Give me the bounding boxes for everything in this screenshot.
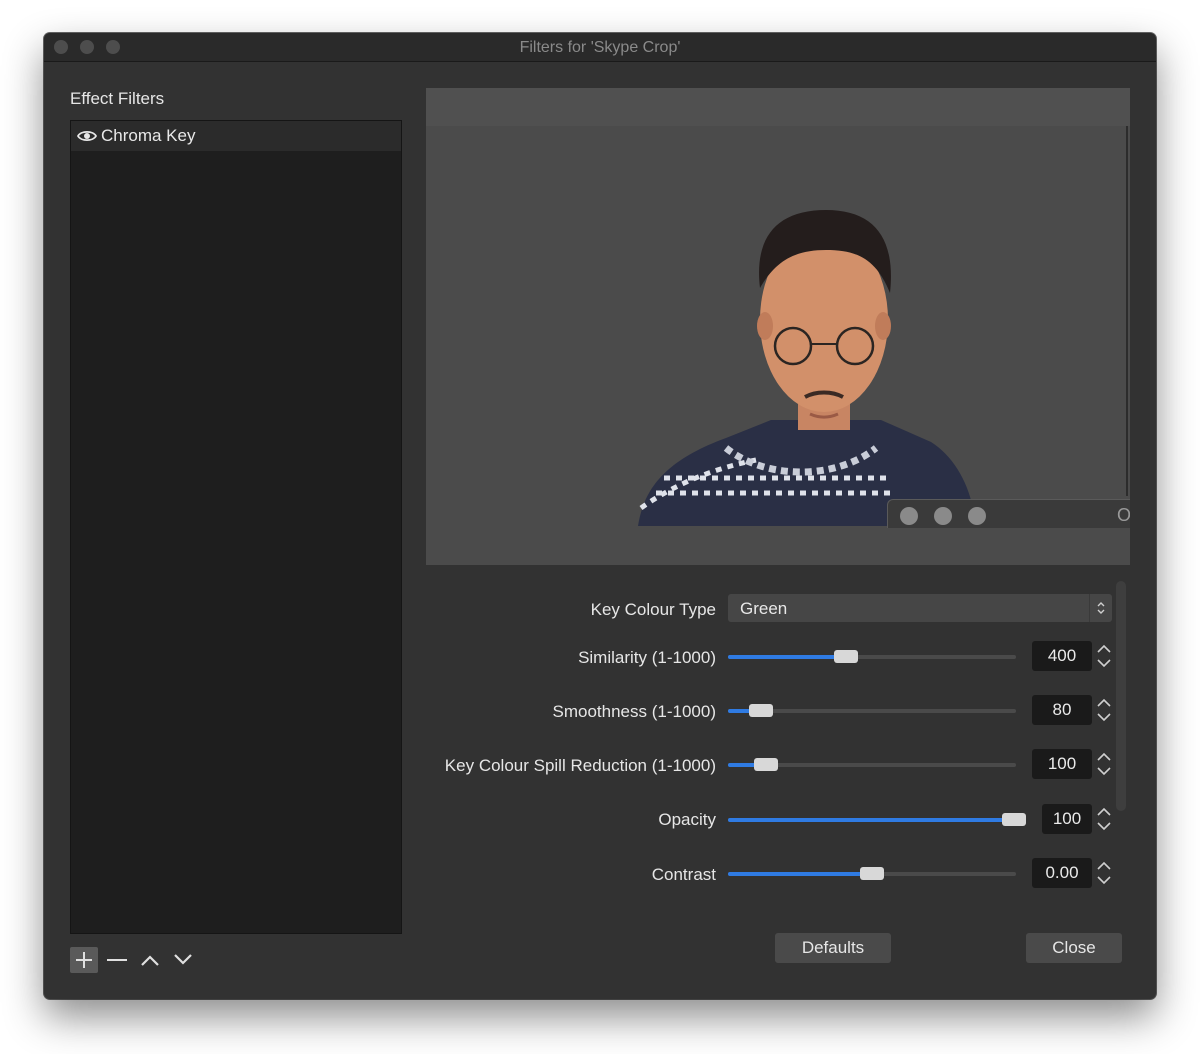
chevron-up-icon [141, 955, 159, 966]
minus-icon [107, 959, 127, 961]
spill-reduction-input[interactable]: 100 [1032, 749, 1092, 779]
filters-window: Filters for 'Skype Crop' Effect Filters … [44, 33, 1156, 999]
add-filter-button[interactable] [70, 947, 98, 973]
overlay-dot-icon [900, 507, 918, 525]
smoothness-stepper-icon[interactable] [1095, 696, 1113, 724]
overlay-window-titlebar: O [887, 499, 1130, 528]
contrast-stepper-icon[interactable] [1095, 859, 1113, 887]
slider-handle[interactable] [1002, 813, 1026, 826]
similarity-slider[interactable] [728, 650, 1016, 663]
source-preview: O [426, 88, 1130, 565]
slider-fill [728, 655, 846, 659]
close-button[interactable]: Close [1026, 933, 1122, 963]
contrast-slider[interactable] [728, 867, 1016, 880]
overlay-dot-icon [934, 507, 952, 525]
filter-item-chroma-key[interactable]: Chroma Key [71, 121, 401, 151]
opacity-slider[interactable] [728, 813, 1026, 826]
slider-handle[interactable] [833, 650, 858, 663]
title-bar[interactable]: Filters for 'Skype Crop' [44, 33, 1156, 62]
updown-chevron-icon [1089, 594, 1112, 622]
similarity-stepper-icon[interactable] [1095, 642, 1113, 670]
effect-filters-label: Effect Filters [70, 89, 165, 108]
slider-handle[interactable] [749, 704, 774, 717]
slider-fill [728, 818, 1014, 822]
slider-handle[interactable] [754, 758, 779, 771]
settings-scrollbar[interactable] [1116, 581, 1126, 811]
overlay-partial-text: O [1116, 505, 1130, 525]
remove-filter-button[interactable] [103, 947, 131, 973]
eye-icon[interactable] [76, 129, 98, 143]
smoothness-label: Smoothness (1-1000) [552, 702, 716, 721]
contrast-label: Contrast [651, 865, 716, 884]
contrast-input[interactable]: 0.00 [1032, 858, 1092, 888]
opacity-stepper-icon[interactable] [1095, 805, 1113, 833]
spill-reduction-stepper-icon[interactable] [1095, 750, 1113, 778]
move-filter-up-button[interactable] [136, 947, 164, 973]
chevron-down-icon [174, 954, 192, 965]
slider-handle[interactable] [860, 867, 884, 880]
filter-list-toolbar [70, 947, 202, 973]
smoothness-input[interactable]: 80 [1032, 695, 1092, 725]
smoothness-slider[interactable] [728, 704, 1016, 717]
overlay-dot-icon [968, 507, 986, 525]
slider-fill [728, 872, 872, 876]
key-colour-type-value: Green [740, 599, 788, 618]
defaults-button[interactable]: Defaults [775, 933, 891, 963]
similarity-input[interactable]: 400 [1032, 641, 1092, 671]
filter-item-label: Chroma Key [101, 126, 196, 145]
opacity-label: Opacity [658, 810, 716, 829]
key-colour-type-label: Key Colour Type [590, 600, 716, 619]
plus-icon [76, 952, 92, 968]
window-title: Filters for 'Skype Crop' [519, 39, 681, 56]
move-filter-down-button[interactable] [169, 947, 197, 973]
person-image [638, 210, 976, 526]
spill-reduction-slider[interactable] [728, 758, 1016, 771]
filter-list[interactable]: Chroma Key [70, 120, 402, 934]
key-colour-type-select[interactable]: Green [728, 594, 1112, 622]
opacity-input[interactable]: 100 [1042, 804, 1092, 834]
similarity-label: Similarity (1-1000) [578, 648, 716, 667]
spill-reduction-label: Key Colour Spill Reduction (1-1000) [444, 756, 716, 775]
